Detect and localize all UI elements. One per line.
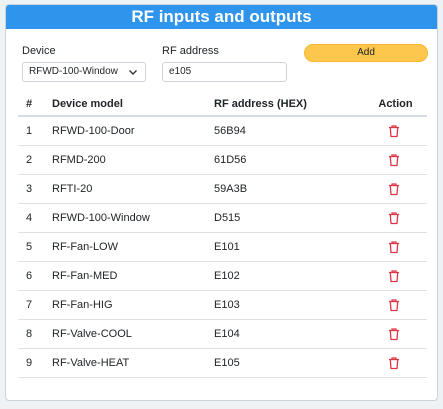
action-cell (346, 174, 427, 204)
table-row: 9 RF-Valve-HEAT E105 (18, 348, 427, 378)
column-header-device-model: Device model (44, 93, 206, 117)
device-model-cell: RFWD-100-Door (44, 116, 206, 146)
device-label: Device (22, 45, 56, 57)
row-number: 4 (18, 203, 44, 233)
table-row: 7 RF-Fan-HIG E103 (18, 290, 427, 320)
device-model-cell: RFWD-100-Window (44, 203, 206, 233)
row-number: 3 (18, 174, 44, 204)
rf-address-label: RF address (162, 45, 219, 57)
table-row: 4 RFWD-100-Window D515 (18, 203, 427, 233)
device-model-cell: RF-Fan-LOW (44, 232, 206, 262)
device-model-cell: RFTI-20 (44, 174, 206, 204)
action-cell (346, 203, 427, 233)
device-model-cell: RF-Fan-HIG (44, 290, 206, 320)
action-cell (346, 145, 427, 175)
devices-table: # Device model RF address (HEX) Action 1… (18, 93, 427, 378)
trash-icon[interactable] (387, 124, 401, 138)
table-row: 2 RFMD-200 61D56 (18, 145, 427, 175)
rf-address-cell: E102 (206, 261, 346, 291)
action-cell (346, 116, 427, 146)
table-row: 3 RFTI-20 59A3B (18, 174, 427, 204)
row-number: 1 (18, 116, 44, 146)
device-model-cell: RF-Fan-MED (44, 261, 206, 291)
row-number: 9 (18, 348, 44, 378)
chevron-down-icon (129, 70, 137, 75)
row-number: 5 (18, 232, 44, 262)
rf-address-cell: E101 (206, 232, 346, 262)
device-model-cell: RF-Valve-COOL (44, 319, 206, 349)
table-row: 6 RF-Fan-MED E102 (18, 261, 427, 291)
rf-address-cell: E105 (206, 348, 346, 378)
trash-icon[interactable] (387, 182, 401, 196)
rf-address-cell: E103 (206, 290, 346, 320)
action-cell (346, 261, 427, 291)
add-button[interactable]: Add (304, 44, 428, 62)
table-row: 1 RFWD-100-Door 56B94 (18, 116, 427, 146)
action-cell (346, 232, 427, 262)
rf-address-cell: 59A3B (206, 174, 346, 204)
trash-icon[interactable] (387, 356, 401, 370)
row-number: 7 (18, 290, 44, 320)
trash-icon[interactable] (387, 327, 401, 341)
device-model-cell: RFMD-200 (44, 145, 206, 175)
column-header-rf-address: RF address (HEX) (206, 93, 346, 117)
trash-icon[interactable] (387, 269, 401, 283)
action-cell (346, 290, 427, 320)
row-number: 8 (18, 319, 44, 349)
rf-address-cell: D515 (206, 203, 346, 233)
rf-address-input[interactable]: e105 (162, 62, 287, 82)
rf-address-cell: 56B94 (206, 116, 346, 146)
row-number: 2 (18, 145, 44, 175)
trash-icon[interactable] (387, 240, 401, 254)
page-title: RF inputs and outputs (6, 5, 437, 29)
device-select[interactable]: RFWD-100-Window (22, 62, 146, 82)
add-device-form: Device RFWD-100-Window RF address e105 A… (6, 41, 437, 91)
column-header-number: # (18, 93, 44, 117)
table-row: 5 RF-Fan-LOW E101 (18, 232, 427, 262)
device-select-value: RFWD-100-Window (29, 66, 118, 77)
action-cell (346, 319, 427, 349)
row-number: 6 (18, 261, 44, 291)
trash-icon[interactable] (387, 298, 401, 312)
rf-address-cell: E104 (206, 319, 346, 349)
action-cell (346, 348, 427, 378)
trash-icon[interactable] (387, 211, 401, 225)
table-row: 8 RF-Valve-COOL E104 (18, 319, 427, 349)
column-header-action: Action (346, 93, 427, 117)
trash-icon[interactable] (387, 153, 401, 167)
rf-io-card: RF inputs and outputs Device RFWD-100-Wi… (5, 4, 438, 401)
device-model-cell: RF-Valve-HEAT (44, 348, 206, 378)
rf-address-cell: 61D56 (206, 145, 346, 175)
table-header-row: # Device model RF address (HEX) Action (18, 93, 427, 117)
